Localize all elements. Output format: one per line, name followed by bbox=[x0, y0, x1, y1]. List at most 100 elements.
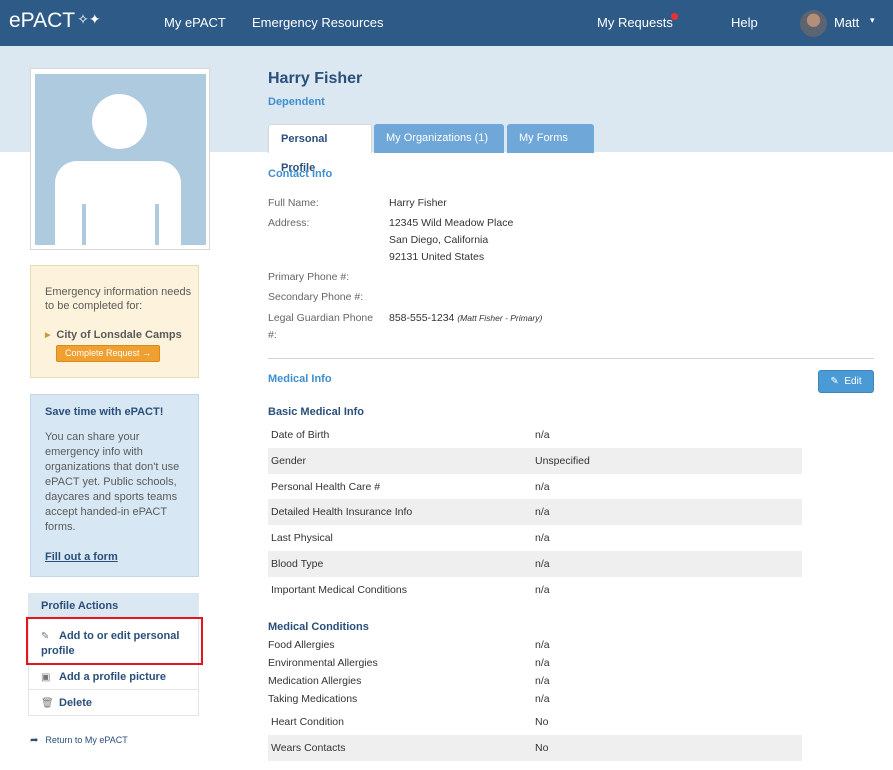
table-row: Detailed Health Insurance Info n/a bbox=[268, 499, 802, 525]
edit-button[interactable]: ✎ Edit bbox=[818, 370, 874, 393]
row-value: No bbox=[535, 742, 549, 754]
delete-action[interactable]: 🗑 Delete bbox=[41, 697, 92, 709]
guardian-phone-number: 858-555-1234 bbox=[389, 312, 455, 324]
address-line3: 92131 United States bbox=[389, 251, 485, 263]
tab-my-forms[interactable]: My Forms (0) bbox=[507, 124, 594, 173]
profile-actions-title: Profile Actions bbox=[29, 594, 198, 617]
row-value: n/a bbox=[535, 584, 550, 596]
table-row: Heart Condition No bbox=[268, 709, 802, 735]
table-row: Blood Type n/a bbox=[268, 551, 802, 577]
list-item: Food Allergies n/a bbox=[268, 636, 802, 654]
row-label: Food Allergies bbox=[268, 639, 335, 651]
add-picture-label: Add a profile picture bbox=[59, 671, 166, 683]
pencil-icon: ✎ bbox=[830, 376, 839, 387]
chevron-down-icon[interactable]: ▾ bbox=[870, 15, 875, 26]
row-label: Personal Health Care # bbox=[271, 481, 381, 493]
row-label: Date of Birth bbox=[271, 429, 330, 441]
guardian-phone-note: (Matt Fisher - Primary) bbox=[457, 313, 543, 323]
notification-dot-icon bbox=[671, 13, 678, 20]
row-label: Blood Type bbox=[271, 558, 324, 570]
table-row: Wears Contacts No bbox=[268, 735, 802, 761]
medical-conditions-title: Medical Conditions bbox=[268, 621, 369, 633]
nav-my-requests[interactable]: My Requests bbox=[597, 15, 673, 30]
medical-info-title: Medical Info bbox=[268, 373, 332, 385]
user-avatar[interactable] bbox=[800, 10, 827, 37]
table-row: Date of Birth n/a bbox=[268, 422, 802, 448]
profile-role: Dependent bbox=[268, 96, 325, 108]
top-navigation: ePACT ✧✦ My ePACT Emergency Resources My … bbox=[0, 0, 893, 46]
nav-help[interactable]: Help bbox=[731, 15, 758, 30]
tab-my-organizations[interactable]: My Organizations (1) ▾ bbox=[374, 124, 504, 172]
list-item: Taking Medications n/a bbox=[268, 690, 802, 708]
profile-name: Harry Fisher bbox=[268, 70, 363, 87]
row-value: Unspecified bbox=[535, 455, 590, 467]
contact-info-title: Contact Info bbox=[268, 168, 333, 180]
tab-personal-profile[interactable]: Personal Profile bbox=[268, 124, 372, 174]
row-value: n/a bbox=[535, 693, 550, 705]
arrow-right-icon: ➦ bbox=[30, 735, 39, 746]
row-label: Gender bbox=[271, 455, 307, 467]
table-row: Personal Health Care # n/a bbox=[268, 474, 802, 500]
section-divider bbox=[268, 358, 874, 359]
logo-text: ePACT bbox=[9, 9, 76, 32]
row-label: Detailed Health Insurance Info bbox=[271, 506, 413, 518]
row-value: No bbox=[535, 716, 549, 728]
tab-my-organizations-label: My Organizations (1) bbox=[386, 132, 489, 144]
guardian-phone-label-1: Legal Guardian Phone bbox=[268, 312, 374, 324]
row-value: n/a bbox=[535, 657, 550, 669]
complete-request-button[interactable]: Complete Request → bbox=[56, 345, 160, 362]
save-time-title: Save time with ePACT! bbox=[45, 406, 164, 418]
row-value: n/a bbox=[535, 429, 550, 441]
row-label: Taking Medications bbox=[268, 693, 358, 705]
row-value: n/a bbox=[535, 532, 550, 544]
address-line2: San Diego, California bbox=[389, 234, 489, 246]
row-label: Medication Allergies bbox=[268, 675, 362, 687]
add-picture-action[interactable]: ▣ Add a profile picture bbox=[41, 671, 166, 683]
emergency-text: Emergency information needs to be comple… bbox=[45, 286, 192, 312]
profile-picture bbox=[30, 68, 210, 250]
logo-stars-icon: ✧✦ bbox=[77, 11, 101, 27]
triangle-right-icon: ▶ bbox=[45, 332, 51, 339]
full-name-value: Harry Fisher bbox=[389, 197, 447, 209]
trash-icon: 🗑 bbox=[41, 698, 54, 709]
row-value: n/a bbox=[535, 481, 550, 493]
row-value: n/a bbox=[535, 675, 550, 687]
default-person-icon bbox=[35, 74, 206, 245]
return-label: Return to My ePACT bbox=[45, 735, 128, 745]
chevron-down-icon: ▾ bbox=[386, 163, 391, 172]
row-label: Important Medical Conditions bbox=[271, 584, 407, 596]
return-link[interactable]: ➦ Return to My ePACT bbox=[30, 735, 128, 746]
primary-phone-label: Primary Phone #: bbox=[268, 271, 350, 283]
delete-label: Delete bbox=[59, 697, 93, 709]
address-label: Address: bbox=[268, 217, 310, 229]
nav-my-epact[interactable]: My ePACT bbox=[164, 15, 226, 30]
guardian-phone-value: 858-555-1234 (Matt Fisher - Primary) bbox=[389, 312, 542, 324]
row-value: n/a bbox=[535, 639, 550, 651]
list-item: Medication Allergies n/a bbox=[268, 672, 802, 690]
row-label: Last Physical bbox=[271, 532, 333, 544]
table-row: Last Physical n/a bbox=[268, 525, 802, 551]
highlight-box bbox=[26, 617, 203, 665]
user-menu-name[interactable]: Matt bbox=[834, 15, 859, 30]
guardian-phone-label-2: #: bbox=[268, 329, 277, 341]
full-name-label: Full Name: bbox=[268, 197, 319, 209]
table-row: Gender Unspecified bbox=[268, 448, 802, 474]
save-time-text: You can share your emergency info with o… bbox=[45, 431, 180, 533]
row-value: n/a bbox=[535, 558, 550, 570]
nav-emergency-resources[interactable]: Emergency Resources bbox=[252, 15, 384, 30]
row-label: Wears Contacts bbox=[271, 742, 346, 754]
image-icon: ▣ bbox=[41, 672, 51, 683]
address-line1: 12345 Wild Meadow Place bbox=[389, 217, 514, 229]
basic-medical-title: Basic Medical Info bbox=[268, 406, 364, 418]
emergency-org: ▶ City of Lonsdale Camps bbox=[45, 328, 182, 343]
save-time-panel: Save time with ePACT! You can share your… bbox=[30, 394, 199, 577]
epact-logo[interactable]: ePACT ✧✦ bbox=[9, 9, 101, 33]
emergency-org-name: City of Lonsdale Camps bbox=[56, 329, 182, 341]
secondary-phone-label: Secondary Phone #: bbox=[268, 291, 364, 303]
table-row: Important Medical Conditions n/a bbox=[268, 577, 802, 603]
edit-label: Edit bbox=[844, 376, 862, 387]
fill-out-form-link[interactable]: Fill out a form bbox=[45, 551, 118, 563]
row-value: n/a bbox=[535, 506, 550, 518]
emergency-panel: Emergency information needs to be comple… bbox=[30, 265, 199, 378]
list-item: Environmental Allergies n/a bbox=[268, 654, 802, 672]
